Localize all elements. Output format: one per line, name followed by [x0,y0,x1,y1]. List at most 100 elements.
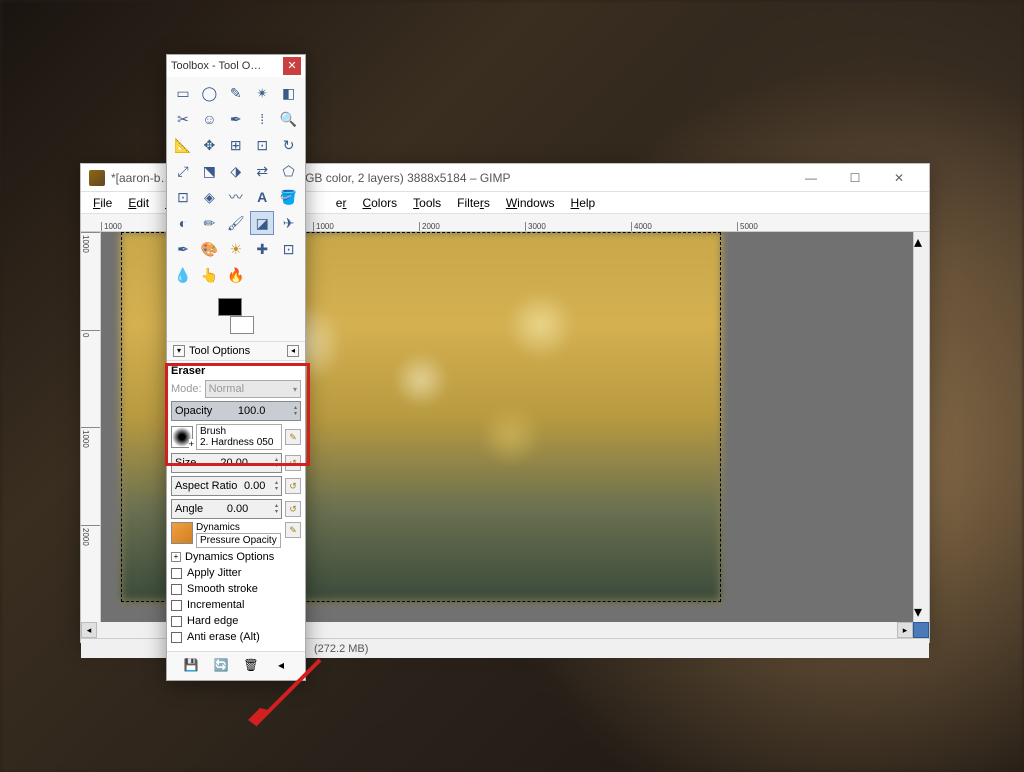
size-field[interactable]: Size 20.00 ▴▾ [171,453,282,473]
tool-unified-transform[interactable]: ⊡ [171,185,195,209]
dynamics-options-row[interactable]: + Dynamics Options [171,551,301,563]
angle-reset-button[interactable]: ↺ [285,501,301,517]
anti-erase-checkbox[interactable] [171,632,182,643]
menu-layer[interactable]: er [328,194,355,212]
tool-warp[interactable]: 〰 [224,185,248,209]
tool-flip[interactable]: ⇄ [250,159,274,183]
navigation-icon[interactable] [913,622,929,638]
tool-options-detach-icon[interactable]: ◂ [287,345,299,357]
footer-reset-icon[interactable]: ◂ [273,658,289,674]
close-button[interactable]: ✕ [877,164,921,192]
tool-options-header[interactable]: ▾ Tool Options ◂ [167,341,305,361]
brush-preview[interactable] [171,426,193,448]
tool-eraser[interactable]: ◪ [250,211,274,235]
anti-erase-row[interactable]: Anti erase (Alt) [171,631,301,643]
tool-paintbrush[interactable]: 🖌 [224,211,248,235]
scroll-left-button[interactable]: ◂ [81,622,97,638]
scroll-right-button[interactable]: ▸ [897,622,913,638]
scroll-down-button[interactable]: ▾ [914,602,929,622]
menu-tools[interactable]: Tools [405,194,449,212]
dynamics-edit-button[interactable]: ✎ [285,522,301,538]
tool-move[interactable]: ✥ [197,133,221,157]
opacity-field[interactable]: Opacity 100.0 ▴▾ [171,401,301,421]
tool-foreground-select[interactable]: ☺ [197,107,221,131]
brush-info[interactable]: Brush 2. Hardness 050 [196,424,282,450]
tool-scissors[interactable]: ✂ [171,107,195,131]
tool-color-picker[interactable]: ⁞ [250,107,274,131]
angle-spinner[interactable]: ▴▾ [275,503,278,515]
aspect-label: Aspect Ratio [175,480,237,492]
tool-measure[interactable]: 📐 [171,133,195,157]
color-swatches[interactable] [218,298,254,334]
menu-colors[interactable]: Colors [354,194,405,212]
tool-zoom[interactable]: 🔍 [277,107,301,131]
tool-shear[interactable]: ⬔ [197,159,221,183]
tool-dodge-burn[interactable]: 🔥 [224,263,248,287]
foreground-color-swatch[interactable] [218,298,242,316]
tool-perspective-clone[interactable]: ⊡ [277,237,301,261]
aspect-field[interactable]: Aspect Ratio 0.00 ▴▾ [171,476,282,496]
tool-align[interactable]: ⊞ [224,133,248,157]
menu-windows[interactable]: Windows [498,194,563,212]
menu-help[interactable]: Help [563,194,604,212]
tool-paths[interactable]: ✒ [224,107,248,131]
tool-fuzzy-select[interactable]: ✴ [250,81,274,105]
footer-delete-icon[interactable]: 🗑 [243,658,259,674]
tool-ellipse-select[interactable]: ◯ [197,81,221,105]
expand-icon[interactable]: + [171,552,181,562]
tool-gradient[interactable]: ◐ [171,211,195,235]
aspect-value: 0.00 [244,480,265,492]
apply-jitter-row[interactable]: Apply Jitter [171,567,301,579]
tool-text[interactable]: A [250,185,274,209]
dynamics-preview[interactable] [171,522,193,544]
hard-edge-row[interactable]: Hard edge [171,615,301,627]
dynamics-name[interactable]: Pressure Opacity [196,533,281,548]
tool-bucket-fill[interactable]: 🪣 [277,185,301,209]
incremental-row[interactable]: Incremental [171,599,301,611]
tool-ink[interactable]: ✒ [171,237,195,261]
tool-free-select[interactable]: ✎ [224,81,248,105]
tool-smudge[interactable]: 👆 [197,263,221,287]
maximize-button[interactable]: ☐ [833,164,877,192]
aspect-reset-button[interactable]: ↺ [285,478,301,494]
tool-perspective[interactable]: ⬗ [224,159,248,183]
menu-edit[interactable]: Edit [120,194,157,212]
scrollbar-v-track[interactable] [914,252,929,602]
minimize-button[interactable]: — [789,164,833,192]
incremental-checkbox[interactable] [171,600,182,611]
toolbox-titlebar[interactable]: Toolbox - Tool O… ✕ [167,55,305,77]
smooth-stroke-row[interactable]: Smooth stroke [171,583,301,595]
tool-cage[interactable]: ⬠ [277,159,301,183]
size-label: Size [175,457,196,469]
brush-edit-button[interactable]: ✎ [285,429,301,445]
opacity-spinner[interactable]: ▴▾ [294,405,297,417]
menu-filters[interactable]: Filters [449,194,498,212]
tool-heal[interactable]: ✚ [250,237,274,261]
tool-rect-select[interactable]: ▭ [171,81,195,105]
footer-restore-icon[interactable]: 🔄 [213,658,229,674]
size-reset-button[interactable]: ↺ [285,455,301,471]
tool-scale[interactable]: ⤢ [171,159,195,183]
aspect-spinner[interactable]: ▴▾ [275,480,278,492]
tool-rotate[interactable]: ↻ [277,133,301,157]
tool-pencil[interactable]: ✏ [197,211,221,235]
color-swatch-area [167,291,305,341]
scroll-up-button[interactable]: ▴ [914,232,929,252]
angle-field[interactable]: Angle 0.00 ▴▾ [171,499,282,519]
tool-clone[interactable]: ☀ [224,237,248,261]
tool-airbrush[interactable]: ✈ [277,211,301,235]
tool-handle-transform[interactable]: ◈ [197,185,221,209]
tool-by-color-select[interactable]: ◧ [277,81,301,105]
tool-options-expand-icon[interactable]: ▾ [173,345,185,357]
tool-mypaint[interactable]: 🎨 [197,237,221,261]
apply-jitter-checkbox[interactable] [171,568,182,579]
footer-save-icon[interactable]: 💾 [183,658,199,674]
menu-file[interactable]: File [85,194,120,212]
smooth-stroke-checkbox[interactable] [171,584,182,595]
tool-crop[interactable]: ⊡ [250,133,274,157]
size-spinner[interactable]: ▴▾ [275,457,278,469]
tool-blur-sharpen[interactable]: 💧 [171,263,195,287]
hard-edge-checkbox[interactable] [171,616,182,627]
toolbox-close-button[interactable]: ✕ [283,57,301,75]
background-color-swatch[interactable] [230,316,254,334]
